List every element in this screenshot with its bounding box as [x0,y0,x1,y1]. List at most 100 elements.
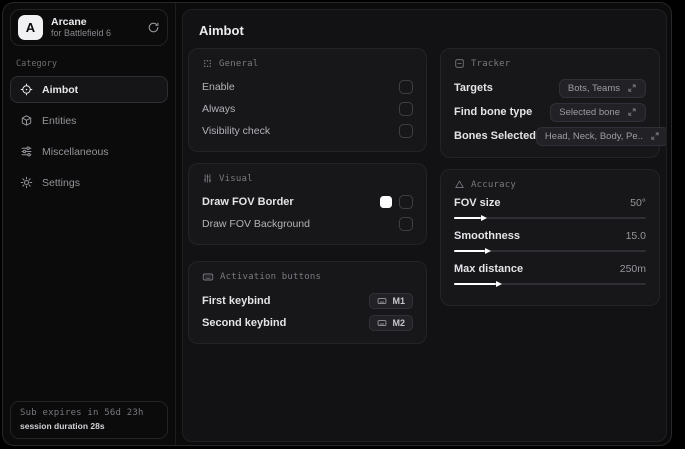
setting-label: Enable [202,81,235,93]
setting-row-targets: Targets Bots, Teams [454,76,646,100]
sidebar-nav: Aimbot Entities Miscellaneous Settings [10,76,168,196]
row-controls [380,195,413,209]
first-keybind-button[interactable]: M1 [369,293,413,309]
general-card: General Enable Always Visibility check [188,48,427,152]
keybind-value: M2 [392,318,405,328]
gear-icon [20,176,33,189]
tracker-card-title: Tracker [471,58,511,69]
triangle-icon [454,179,465,190]
max-distance-slider[interactable] [454,280,646,288]
grid-dots-icon [202,58,213,69]
setting-row-find-bone-type: Find bone type Selected bone [454,100,646,124]
category-label: Category [16,59,57,69]
sidebar: A Arcane for Battlefield 6 Category Aimb… [3,3,176,445]
always-checkbox[interactable] [399,102,413,116]
second-keybind-button[interactable]: M2 [369,315,413,331]
enable-checkbox[interactable] [399,80,413,94]
setting-row-draw-fov-background: Draw FOV Background [202,213,413,235]
slider-value: 250m [619,263,646,275]
select-value: Bots, Teams [567,82,620,94]
general-card-header: General [202,58,413,69]
tracker-card: Tracker Targets Bots, Teams Find bone ty… [440,48,666,158]
select-value: Selected bone [559,106,620,118]
page-title: Aimbot [199,23,244,38]
draw-fov-background-checkbox[interactable] [399,217,413,231]
sidebar-item-label: Entities [42,114,77,127]
slider-thumb[interactable] [454,247,491,254]
select-value: Head, Neck, Body, Pe.. [544,130,643,142]
tracker-card-header: Tracker [454,58,646,69]
setting-row-draw-fov-border: Draw FOV Border [202,191,413,213]
keybind-value: M1 [392,296,405,306]
app-logo: A [18,15,43,40]
slider-label: Max distance [454,263,524,275]
sidebar-item-aimbot[interactable]: Aimbot [10,76,168,103]
content-columns: General Enable Always Visibility check V… [183,48,666,355]
setting-row-enable: Enable [202,76,413,98]
setting-label: Find bone type [454,106,533,118]
app-title: Arcane [51,15,87,28]
sidebar-item-entities[interactable]: Entities [10,107,168,134]
main-panel: Aimbot General Enable Always Visibility … [182,9,667,442]
smoothness-group: Smoothness 15.0 [454,230,646,255]
expand-icon [627,107,637,117]
crosshair-icon [20,83,33,96]
fov-size-group: FOV size 50° [454,197,646,222]
setting-label: Visibility check [202,125,271,137]
targets-select[interactable]: Bots, Teams [558,78,646,98]
setting-label: Always [202,103,236,115]
setting-label: Targets [454,82,493,94]
expand-icon [627,83,637,93]
sidebar-item-label: Miscellaneous [42,145,109,158]
visual-card-title: Visual [219,173,253,184]
fov-size-slider[interactable] [454,214,646,222]
subscription-info: Sub expires in 56d 23h session duration … [10,401,168,439]
setting-row-second-keybind: Second keybind M2 [202,312,413,334]
setting-row-first-keybind: First keybind M1 [202,290,413,312]
accuracy-card-header: Accuracy [454,179,646,190]
find-bone-type-select[interactable]: Selected bone [550,102,646,122]
slider-value: 50° [630,197,646,209]
setting-label: Draw FOV Background [202,218,310,230]
setting-label: Draw FOV Border [202,196,294,208]
activation-card-title: Activation buttons [220,272,322,282]
app-subtitle: for Battlefield 6 [51,28,112,39]
minus-square-icon [454,58,465,69]
app-window: A Arcane for Battlefield 6 Category Aimb… [2,2,672,446]
draw-fov-border-checkbox[interactable] [399,195,413,209]
sidebar-item-miscellaneous[interactable]: Miscellaneous [10,138,168,165]
cube-icon [20,114,33,127]
keyboard-icon [377,296,387,306]
accuracy-card: Accuracy FOV size 50° Smoothness 15.0 Ma… [440,169,660,306]
slider-thumb[interactable] [454,214,487,221]
sidebar-item-label: Aimbot [42,83,79,96]
activation-card-header: Activation buttons [202,271,413,283]
setting-row-visibility-check: Visibility check [202,120,413,142]
activation-buttons-card: Activation buttons First keybind M1 Seco… [188,261,427,344]
reload-icon[interactable] [147,21,160,34]
sub-expiry-text: Sub expires in 56d 23h [20,408,144,418]
slider-value: 15.0 [625,230,646,242]
visual-card-header: Visual [202,173,413,184]
slider-thumb[interactable] [454,280,503,287]
general-card-title: General [219,58,259,69]
keyboard-icon [377,318,387,328]
left-column: General Enable Always Visibility check V… [188,48,427,355]
adjust-sliders-icon [202,173,213,184]
smoothness-slider[interactable] [454,247,646,255]
accuracy-card-title: Accuracy [471,179,516,190]
keyboard-icon [202,271,214,283]
max-distance-group: Max distance 250m [454,263,646,288]
setting-label: First keybind [202,295,271,307]
session-duration-text: session duration 28s [20,421,105,431]
right-column: Tracker Targets Bots, Teams Find bone ty… [440,48,666,317]
fov-border-color-swatch[interactable] [380,196,392,208]
visibility-check-checkbox[interactable] [399,124,413,138]
brand-card: A Arcane for Battlefield 6 [10,9,168,46]
setting-label: Bones Selected [454,130,536,142]
sidebar-item-settings[interactable]: Settings [10,169,168,196]
setting-label: Second keybind [202,317,287,329]
slider-label: Smoothness [454,230,521,242]
setting-row-bones-selected: Bones Selected Head, Neck, Body, Pe.. [454,124,666,148]
bones-selected-select[interactable]: Head, Neck, Body, Pe.. [535,126,666,146]
